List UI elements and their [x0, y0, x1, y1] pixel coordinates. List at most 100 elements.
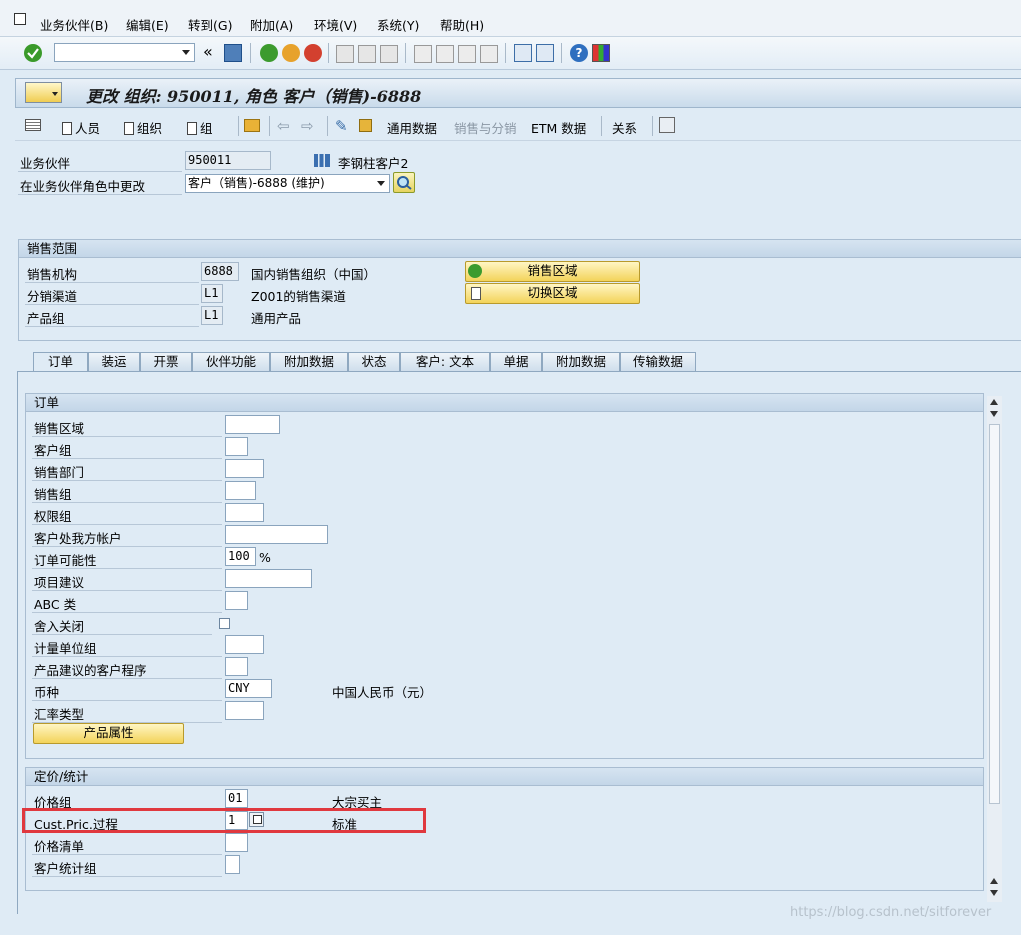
screen-menu-button[interactable]: [25, 82, 62, 103]
order-label-uom-group: 计量单位组: [34, 641, 97, 656]
back-icon[interactable]: [260, 44, 278, 62]
find-next-icon[interactable]: [380, 45, 398, 63]
tab-partner-functions[interactable]: 伙伴功能: [192, 352, 270, 371]
print-icon[interactable]: [336, 45, 354, 63]
lock-icon[interactable]: [359, 119, 372, 132]
order-label-sales-district: 销售区域: [34, 421, 85, 436]
menu-bar: 业务伙伴(B) 编辑(E) 转到(G) 附加(A) 环境(V) 系统(Y) 帮助…: [0, 0, 1021, 37]
tab-orders[interactable]: 订单: [33, 352, 88, 372]
menu-system[interactable]: 系统(Y): [377, 15, 419, 34]
price-list-field[interactable]: [225, 833, 248, 852]
sales-distribution-button[interactable]: 销售与分销: [454, 118, 517, 137]
group-button[interactable]: 组: [187, 118, 213, 137]
tab-transfer-data[interactable]: 传输数据: [620, 352, 696, 371]
tab-status[interactable]: 状态: [348, 352, 400, 371]
exchange-rate-type-field[interactable]: [225, 701, 264, 720]
sales-area-button[interactable]: 销售区域: [465, 261, 640, 282]
cancel-icon[interactable]: [304, 44, 322, 62]
edit-toggle-icon[interactable]: ✎: [335, 117, 348, 135]
tab-additional-data-2[interactable]: 附加数据: [542, 352, 620, 371]
arrow-left-icon[interactable]: ⇦: [277, 117, 290, 135]
collapse-chevron-icon[interactable]: «: [203, 42, 213, 61]
tab-shipping[interactable]: 装运: [88, 352, 140, 371]
order-probability-field[interactable]: 100: [225, 547, 256, 566]
person-config-icon[interactable]: [659, 117, 675, 133]
customize-layout-icon[interactable]: [592, 44, 610, 62]
sales-office-field[interactable]: [225, 459, 264, 478]
last-page-icon[interactable]: [480, 45, 498, 63]
tab-billing[interactable]: 开票: [140, 352, 192, 371]
uom-group-field[interactable]: [225, 635, 264, 654]
save-icon[interactable]: [224, 44, 242, 62]
check-icon: [468, 264, 482, 278]
document-icon: [124, 122, 134, 135]
customer-procedure-field[interactable]: [225, 657, 248, 676]
menu-environment[interactable]: 环境(V): [314, 15, 357, 34]
channel-label: 分销渠道: [27, 289, 78, 304]
customer-stat-group-field[interactable]: [225, 855, 240, 874]
menu-edit[interactable]: 编辑(E): [126, 15, 169, 34]
prev-page-icon[interactable]: [436, 45, 454, 63]
customer-stat-group-label: 客户统计组: [34, 861, 97, 876]
tab-documents[interactable]: 单据: [490, 352, 542, 371]
scroll-up-bottom-icon[interactable]: [990, 878, 998, 884]
orders-title: 订单: [26, 394, 983, 412]
document-icon: [62, 122, 72, 135]
general-data-button[interactable]: 通用数据: [387, 118, 437, 137]
command-field[interactable]: [54, 43, 195, 62]
exit-icon[interactable]: [282, 44, 300, 62]
person-button[interactable]: 人员: [62, 118, 100, 137]
tab-additional-data[interactable]: 附加数据: [270, 352, 348, 371]
menu-extras[interactable]: 附加(A): [250, 15, 293, 34]
product-attributes-button[interactable]: 产品属性: [33, 723, 184, 744]
account-at-customer-field[interactable]: [225, 525, 328, 544]
role-select[interactable]: 客户（销售)-6888 (维护): [185, 174, 390, 193]
help-icon[interactable]: ?: [570, 44, 588, 62]
list-icon[interactable]: [25, 119, 41, 131]
factory-icon: [314, 154, 330, 167]
scroll-thumb[interactable]: [989, 424, 1000, 804]
sales-district-field[interactable]: [225, 415, 280, 434]
new-session-icon[interactable]: [514, 44, 532, 62]
rounding-off-checkbox[interactable]: [219, 618, 230, 629]
sales-area-title: 销售范围: [19, 240, 1021, 258]
first-page-icon[interactable]: [414, 45, 432, 63]
shortcut-icon[interactable]: [536, 44, 554, 62]
role-search-icon[interactable]: [393, 172, 415, 193]
menu-goto[interactable]: 转到(G): [188, 15, 232, 34]
find-icon[interactable]: [358, 45, 376, 63]
menu-icon[interactable]: [14, 13, 26, 25]
screen-title-bar: 更改 组织: 950011, 角色 客户（销售)-6888: [15, 78, 1021, 108]
item-proposal-field[interactable]: [225, 569, 312, 588]
order-label-rounding-off: 舍入关闭: [34, 619, 85, 634]
next-page-icon[interactable]: [458, 45, 476, 63]
price-group-field[interactable]: 01: [225, 789, 248, 808]
open-folder-icon[interactable]: [244, 119, 260, 132]
menu-business-partner[interactable]: 业务伙伴(B): [40, 15, 108, 34]
division-label: 产品组: [27, 311, 65, 326]
sales-group-field[interactable]: [225, 481, 256, 500]
order-label-sales-group: 销售组: [34, 487, 72, 502]
abc-class-field[interactable]: [225, 591, 248, 610]
menu-help[interactable]: 帮助(H): [440, 15, 484, 34]
bp-label: 业务伙伴: [20, 156, 71, 171]
dropdown-arrow-icon[interactable]: [377, 181, 385, 186]
dropdown-arrow-icon[interactable]: [182, 50, 190, 55]
organization-button[interactable]: 组织: [124, 118, 162, 137]
tab-customer-text[interactable]: 客户: 文本: [400, 352, 490, 371]
order-probability-unit: %: [259, 550, 271, 565]
relations-button[interactable]: 关系: [612, 118, 637, 137]
enter-check-icon[interactable]: [24, 44, 42, 62]
currency-field[interactable]: CNY: [225, 679, 272, 698]
switch-area-button[interactable]: 切换区域: [465, 283, 640, 304]
order-label-customer-procedure: 产品建议的客户程序: [34, 663, 147, 678]
role-label: 在业务伙伴角色中更改: [20, 179, 146, 194]
scroll-down-bottom-icon[interactable]: [990, 890, 998, 896]
scroll-up-icon[interactable]: [990, 399, 998, 405]
scroll-down-icon[interactable]: [990, 411, 998, 417]
authorization-group-field[interactable]: [225, 503, 264, 522]
vertical-scrollbar[interactable]: [987, 396, 1002, 902]
customer-group-field[interactable]: [225, 437, 248, 456]
etm-data-button[interactable]: ETM 数据: [531, 118, 586, 137]
arrow-right-icon[interactable]: ⇨: [301, 117, 314, 135]
